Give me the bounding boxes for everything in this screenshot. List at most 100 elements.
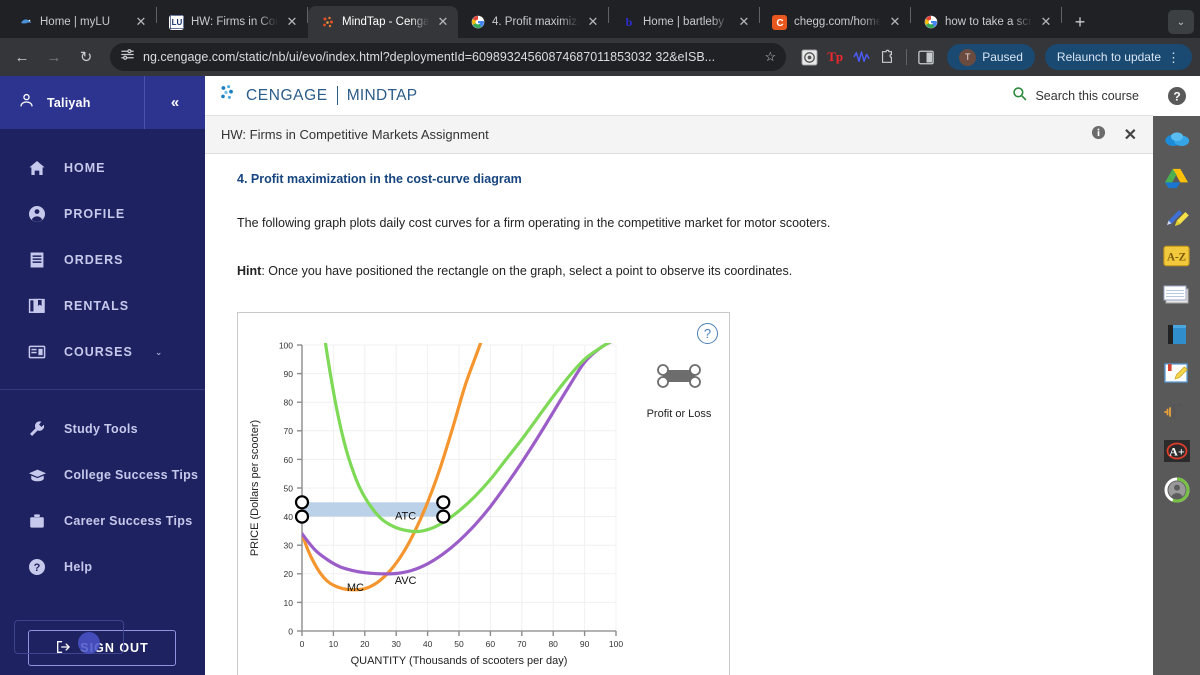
dictionary-az-icon[interactable]: A-Z	[1162, 241, 1192, 271]
search-this-course-label[interactable]: Search this course	[1035, 89, 1139, 103]
y-tick-label: 40	[284, 512, 294, 522]
search-icon[interactable]	[1012, 86, 1027, 106]
sidebar-item-courses[interactable]: COURSES ⌄	[0, 329, 205, 375]
sidebar-item-label: College Success Tips	[64, 468, 199, 482]
tp-extension-icon[interactable]: Tp	[826, 48, 844, 66]
sidebar-item-label: HOME	[64, 161, 106, 175]
mindtap-header: CENGAGE MINDTAP Search this course	[205, 76, 1153, 116]
question-title: 4. Profit maximization in the cost-curve…	[237, 172, 522, 186]
profile-progress-icon[interactable]	[1162, 475, 1192, 505]
browser-tab-2-active[interactable]: MindTap - Cengage ✕	[308, 6, 458, 38]
chevron-down-icon[interactable]: ⌄	[155, 347, 163, 358]
reload-button[interactable]: ↻	[72, 43, 100, 71]
assignment-bar-actions: ✕	[1091, 125, 1137, 145]
person-icon	[18, 92, 35, 114]
cost-curve-chart[interactable]: 0 10 20 30 40 50 60 70 80 90 100 0 10 20 30 40 50 60 70 80 9…	[244, 331, 624, 675]
bookmark-star-icon[interactable]: ☆	[765, 49, 777, 65]
x-tick-label: 40	[423, 639, 433, 649]
sidebar-item-home[interactable]: HOME	[0, 145, 205, 191]
sidebar-collapse-button[interactable]: «	[145, 76, 205, 129]
browser-tab-0[interactable]: Home | myLU ✕	[6, 6, 156, 38]
read-aloud-icon[interactable]	[1162, 397, 1192, 427]
bartleby-icon: b	[621, 15, 636, 30]
sidebar-user-button[interactable]: Taliyah	[0, 76, 145, 129]
onedrive-icon[interactable]	[1162, 124, 1192, 154]
right-tool-rail: ? A-Z A+	[1153, 76, 1200, 675]
tab-title: HW: Firms in Comp	[191, 16, 278, 28]
tab-close-icon[interactable]: ✕	[1039, 15, 1053, 29]
highlighter-pen-icon[interactable]	[1162, 202, 1192, 232]
assignment-title: HW: Firms in Competitive Markets Assignm…	[221, 127, 489, 142]
back-button[interactable]: ←	[8, 43, 36, 71]
profit-or-loss-tool[interactable]: Profit or Loss	[634, 361, 724, 420]
ebook-icon[interactable]	[1162, 319, 1192, 349]
books-icon	[26, 297, 48, 315]
profit-or-loss-label: Profit or Loss	[646, 408, 712, 420]
question-content: 4. Profit maximization in the cost-curve…	[205, 154, 1153, 675]
svg-text:A+: A+	[1169, 445, 1185, 459]
x-tick-label: 50	[454, 639, 464, 649]
address-bar[interactable]: ng.cengage.com/static/nb/ui/evo/index.ht…	[110, 43, 787, 71]
tab-close-icon[interactable]: ✕	[285, 15, 299, 29]
lu-bird-icon	[18, 15, 33, 30]
sidebar-item-career-success-tips[interactable]: Career Success Tips	[0, 498, 205, 544]
y-tick-label: 30	[284, 541, 294, 551]
tab-close-icon[interactable]: ✕	[737, 15, 751, 29]
page-viewport: Taliyah « HOME PROFILE ORDERS RENTALS CO…	[0, 76, 1200, 675]
screen-capture-extension-icon[interactable]	[800, 48, 818, 66]
cengage-mindtap-logo: CENGAGE MINDTAP	[219, 84, 417, 107]
brand-divider	[336, 86, 338, 105]
close-assignment-icon[interactable]: ✕	[1124, 125, 1137, 145]
chegg-icon: C	[772, 14, 787, 30]
grammarly-extension-icon[interactable]	[852, 48, 870, 66]
browser-tab-5[interactable]: C chegg.com/homew ✕	[760, 6, 910, 38]
sidebar-item-profile[interactable]: PROFILE	[0, 191, 205, 237]
sidebar-item-study-tools[interactable]: Study Tools	[0, 406, 205, 452]
profile-paused-button[interactable]: T Paused	[947, 44, 1035, 70]
brand-cengage-text: CENGAGE	[246, 86, 328, 104]
x-tick-label: 80	[548, 639, 558, 649]
sidebar-item-college-success-tips[interactable]: College Success Tips	[0, 452, 205, 498]
sidebar-item-orders[interactable]: ORDERS	[0, 237, 205, 283]
browser-tab-3[interactable]: 4. Profit maximizat ✕	[458, 6, 608, 38]
rail-help-button[interactable]: ?	[1153, 76, 1200, 116]
x-axis-label: QUANTITY (Thousands of scooters per day)	[351, 655, 568, 667]
relaunch-to-update-button[interactable]: Relaunch to update ⋮	[1044, 44, 1192, 70]
tune-icon[interactable]	[120, 47, 135, 67]
puzzle-extensions-icon[interactable]	[878, 48, 896, 66]
tab-search-chevron-down-icon[interactable]: ⌄	[1168, 10, 1194, 34]
side-panel-icon[interactable]	[917, 48, 935, 66]
browser-tab-6[interactable]: how to take a scre ✕	[911, 6, 1061, 38]
sidebar-item-label: ORDERS	[64, 253, 124, 267]
sidebar-item-rentals[interactable]: RENTALS	[0, 283, 205, 329]
graph-panel[interactable]: ? Profit or Loss 0 10 20 30 40 50 60 70 …	[237, 312, 730, 675]
profile-avatar: T	[959, 48, 977, 66]
y-tick-label: 90	[284, 369, 294, 379]
rect-handle-2	[436, 495, 451, 510]
tab-title: chegg.com/homew	[794, 16, 881, 28]
y-tick-label: 20	[284, 569, 294, 579]
chrome-menu-kebab-icon[interactable]: ⋮	[1167, 51, 1180, 64]
grade-aplus-icon[interactable]: A+	[1162, 436, 1192, 466]
new-tab-button[interactable]: +	[1066, 8, 1094, 36]
x-tick-label: 70	[517, 639, 527, 649]
flashcards-icon[interactable]	[1162, 280, 1192, 310]
info-icon[interactable]	[1091, 125, 1106, 145]
rectangle-handles-icon	[653, 361, 705, 396]
google-drive-icon[interactable]	[1162, 163, 1192, 193]
tab-title: Home | myLU	[40, 16, 111, 28]
forward-button[interactable]: →	[40, 43, 68, 71]
person-circle-icon	[26, 205, 48, 223]
browser-tab-1[interactable]: LU HW: Firms in Comp ✕	[157, 6, 307, 38]
tab-close-icon[interactable]: ✕	[134, 15, 148, 29]
browser-tab-4[interactable]: b Home | bartleby ✕	[609, 6, 759, 38]
tab-close-icon[interactable]: ✕	[888, 15, 902, 29]
sidebar-item-help[interactable]: ? Help	[0, 544, 205, 590]
tab-close-icon[interactable]: ✕	[586, 15, 600, 29]
tab-close-icon[interactable]: ✕	[436, 15, 450, 29]
graph-help-icon[interactable]: ?	[697, 323, 718, 344]
tab-strip-right: ⌄	[1168, 6, 1200, 38]
notes-icon[interactable]	[1162, 358, 1192, 388]
main-content-area: CENGAGE MINDTAP Search this course HW: F…	[205, 76, 1153, 675]
sidebar-secondary-group: Study Tools College Success Tips Career …	[0, 390, 205, 604]
